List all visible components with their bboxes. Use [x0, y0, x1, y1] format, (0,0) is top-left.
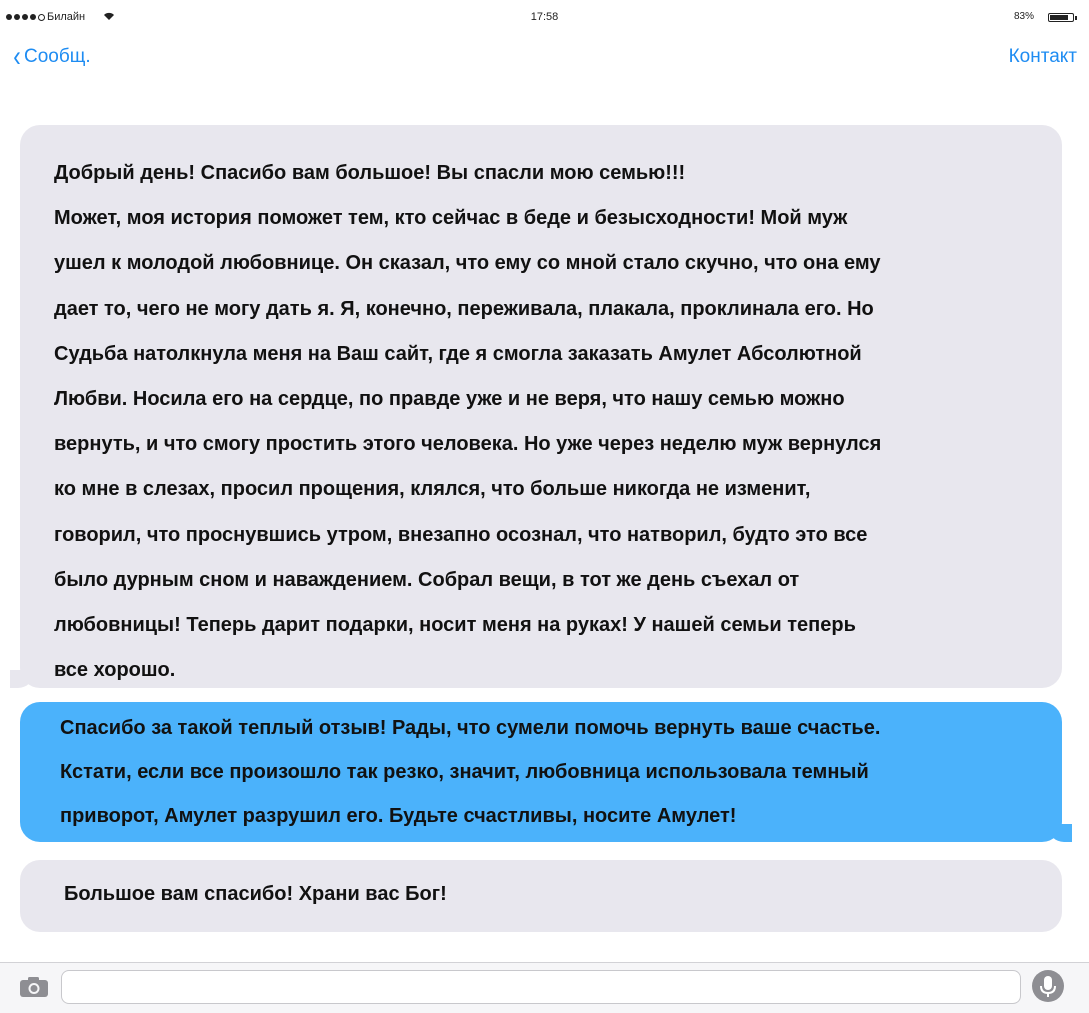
microphone-icon[interactable]	[1031, 969, 1065, 1008]
message-line: все хорошо.	[54, 659, 176, 682]
message-line: ушел к молодой любовнице. Он сказал, что…	[54, 252, 881, 275]
message-bubble-incoming[interactable]: Большое вам спасибо! Храни вас Бог!	[20, 860, 1062, 932]
message-bubble-incoming[interactable]: Добрый день! Спасибо вам большое! Вы спа…	[10, 125, 1062, 688]
message-line: дает то, чего не могу дать я. Я, конечно…	[54, 297, 874, 320]
chevron-left-icon: ‹	[13, 40, 21, 73]
message-line: приворот, Амулет разрушил его. Будьте сч…	[60, 805, 737, 827]
message-input-bar	[0, 962, 1089, 1013]
message-line: Судьба натолкнула меня на Ваш сайт, где …	[54, 342, 862, 365]
camera-icon[interactable]	[19, 976, 49, 1003]
clock: 17:58	[530, 11, 559, 23]
navigation-bar: ‹ Сообщ. Контакт	[0, 36, 1089, 84]
message-line: говорил, что проснувшись утром, внезапно…	[54, 523, 868, 546]
battery-percentage: 83%	[1014, 11, 1035, 22]
back-button-label: Сообщ.	[24, 46, 91, 67]
message-line: Спасибо за такой теплый отзыв! Рады, что…	[60, 717, 881, 739]
status-bar: Билайн 17:58 83%	[0, 0, 1089, 36]
message-line: Добрый день! Спасибо вам большое! Вы спа…	[54, 162, 686, 184]
message-line: вернуть, и что смогу простить этого чело…	[54, 433, 882, 456]
bubble-tail	[1048, 824, 1072, 842]
message-line: Большое вам спасибо! Храни вас Бог!	[64, 883, 447, 905]
message-line: Кстати, если все произошло так резко, зн…	[60, 761, 869, 783]
battery-level	[1050, 15, 1069, 20]
message-line: любовницы! Теперь дарит подарки, носит м…	[54, 614, 856, 637]
bubble-tail	[10, 670, 34, 688]
message-bubble-outgoing[interactable]: Спасибо за такой теплый отзыв! Рады, что…	[20, 702, 1072, 842]
back-button[interactable]: ‹ Сообщ.	[12, 40, 91, 73]
message-line: Любви. Носила его на сердце, по правде у…	[54, 388, 845, 411]
message-line: ко мне в слезах, просил прощения, клялся…	[54, 478, 811, 501]
message-line: было дурным сном и наваждением. Собрал в…	[54, 568, 800, 591]
battery-icon	[1048, 13, 1077, 22]
message-line: Может, моя история поможет тем, кто сейч…	[54, 207, 848, 230]
contact-button[interactable]: Контакт	[1009, 46, 1077, 68]
message-text-field[interactable]	[61, 970, 1021, 1004]
